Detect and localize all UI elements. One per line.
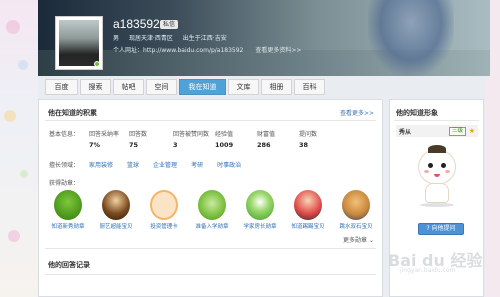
stat-label: 回答采纳率	[89, 131, 120, 138]
zhidao-panel: 他在知道的积累 查看更多>> 基本信息： 回答采纳率 回答数 回答被赞同数 经验…	[38, 99, 383, 297]
stat-value	[49, 141, 89, 149]
medal-name: 准备入学勋章	[195, 224, 229, 230]
medal-item[interactable]: 知道踢踢宝贝	[284, 190, 332, 230]
stat-label: 回答数	[129, 131, 148, 138]
medal-name: 投资管理卡	[150, 224, 178, 230]
more-medals-label: 更多勋章	[343, 237, 368, 244]
stat-value: 3	[173, 141, 178, 149]
ask-button-label: 向他提问	[431, 225, 456, 232]
see-more-link[interactable]: 查看更多>>	[340, 108, 374, 117]
chevron-down-icon: ⌄	[368, 237, 374, 244]
online-status-dot	[94, 61, 100, 67]
stats-labels: 基本信息： 回答采纳率 回答数 回答被赞同数 经验值 财富值 提问数	[49, 129, 340, 138]
tab-tieba[interactable]: 帖吧	[113, 79, 144, 95]
message-badge[interactable]: 私信	[160, 20, 179, 29]
medal-item[interactable]: 准备入学勋章	[188, 190, 236, 230]
answers-section-title: 他的回答记录	[48, 261, 90, 269]
gender: 男	[113, 35, 120, 42]
medal-icon	[246, 190, 274, 220]
divider	[45, 248, 376, 249]
rank-label: 秀从	[399, 129, 412, 136]
rank-row: 秀从 三级 ★	[396, 125, 478, 137]
section-title: 他在知道的积累	[48, 109, 97, 117]
tab-wenku[interactable]: 文库	[228, 79, 259, 95]
profile-meta: 男 现居天津·西青区 出生于江西·吉安	[113, 33, 235, 42]
stat-label: 提问数	[299, 131, 318, 138]
medal-name: 知道踢踢宝贝	[291, 224, 325, 230]
medal-item[interactable]: 学家房长勋章	[236, 190, 284, 230]
medal-item[interactable]: 跳水双石宝贝	[332, 190, 380, 230]
stat-label: 财富值	[257, 131, 276, 138]
homepage-url[interactable]: 个人网址：http://www.baidu.com/p/a183592	[113, 47, 243, 54]
tab-zhidao[interactable]: 我在知道	[179, 79, 226, 95]
left-decoration	[0, 0, 38, 297]
current-location: 现居天津·西青区	[128, 35, 173, 42]
mascot-image	[412, 145, 462, 207]
tab-photos[interactable]: 相册	[261, 79, 292, 95]
medal-item[interactable]: 厨艺超能宝贝	[92, 190, 140, 230]
side-title: 他的知道形象	[396, 109, 438, 117]
medal-item[interactable]: 知道新秀勋章	[44, 190, 92, 230]
medal-name: 跳水双石宝贝	[339, 224, 373, 230]
tab-baidu[interactable]: 百度	[45, 79, 78, 95]
medals-label: 获得勋章：	[49, 180, 80, 187]
banner-figure	[368, 0, 454, 76]
medal-icon	[150, 190, 178, 220]
avatar[interactable]	[55, 16, 103, 70]
profile-banner	[38, 0, 490, 76]
baidu-jingyan-watermark: Bai du 经验 jingyan.baidu.com	[388, 247, 482, 274]
more-info-link[interactable]: 查看更多资料>>	[255, 47, 301, 54]
medal-icon	[102, 190, 130, 220]
medal-icon	[342, 190, 370, 220]
tab-baike[interactable]: 百科	[294, 79, 325, 95]
stat-label: 经验值	[215, 131, 234, 138]
medal-icon	[294, 190, 322, 220]
medal-icon	[198, 190, 226, 220]
stat-label: 回答被赞同数	[173, 131, 210, 138]
stat-value: 286	[257, 141, 271, 149]
more-medals-toggle[interactable]: 更多勋章 ⌄	[343, 235, 374, 244]
medal-name: 厨艺超能宝贝	[99, 224, 133, 230]
tab-space[interactable]: 空间	[146, 79, 177, 95]
level-badge: 三级	[448, 127, 466, 136]
homepage-line: 个人网址：http://www.baidu.com/p/a183592 查看更多…	[113, 45, 301, 54]
medal-name: 学家房长勋章	[243, 224, 277, 230]
expertise-link[interactable]: 时事政治	[217, 160, 241, 169]
expertise-link[interactable]: 企业管理	[153, 160, 177, 169]
birthplace: 出生于江西·吉安	[182, 35, 227, 42]
stat-label: 基本信息：	[49, 131, 80, 138]
watermark-url: jingyan.baidu.com	[400, 267, 456, 274]
tab-search[interactable]: 搜索	[80, 79, 111, 95]
medal-icon	[54, 190, 82, 220]
stat-value: 75	[129, 141, 139, 149]
expertise-label: 擅长领域：	[49, 162, 80, 169]
stats-values: 7% 75 3 1009 286 38	[49, 141, 340, 149]
divider	[45, 120, 376, 121]
star-icon: ★	[468, 127, 475, 135]
expertise-link[interactable]: 篮球	[127, 160, 139, 169]
expertise-link[interactable]: 家用装修	[89, 160, 113, 169]
stat-value: 7%	[89, 141, 101, 149]
username[interactable]: a183592	[113, 17, 160, 31]
stat-value: 1009	[215, 141, 234, 149]
medal-item[interactable]: 投资管理卡	[140, 190, 188, 230]
expertise-row: 擅长领域： 家用装修 篮球 企业管理 考研 时事政治	[49, 160, 255, 169]
medals-list: 知道新秀勋章 厨艺超能宝贝 投资管理卡 准备入学勋章 学家房长勋章 知道踢踢宝贝…	[44, 190, 380, 230]
medal-name: 知道新秀勋章	[51, 224, 85, 230]
profile-tabs: 百度 搜索 帖吧 空间 我在知道 文库 相册 百科	[45, 79, 327, 95]
expertise-link[interactable]: 考研	[191, 160, 203, 169]
stat-value: 38	[299, 141, 309, 149]
avatar-image	[59, 20, 99, 66]
ask-question-button[interactable]: ? 向他提问	[418, 223, 464, 235]
divider	[394, 120, 479, 121]
divider	[45, 274, 376, 275]
